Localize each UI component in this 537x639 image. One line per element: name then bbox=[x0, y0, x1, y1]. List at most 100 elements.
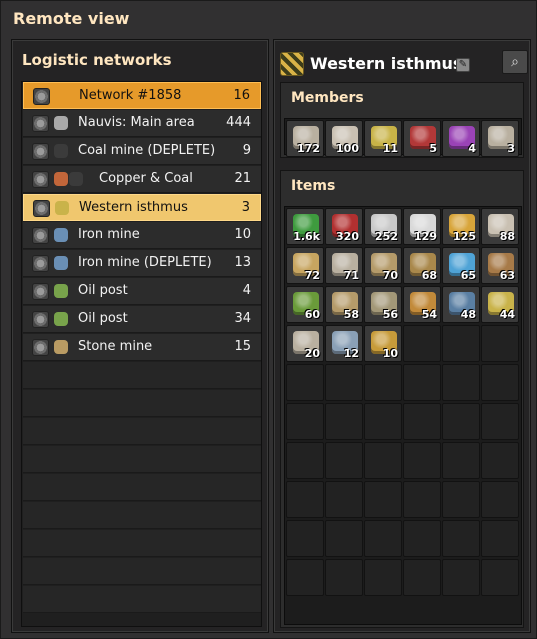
network-name: Oil post bbox=[78, 283, 128, 298]
empty-slot bbox=[442, 442, 480, 479]
item-slot[interactable]: 10 bbox=[364, 325, 402, 362]
item-slot[interactable]: 252 bbox=[364, 208, 402, 245]
network-detail-panel: Western isthmus ✎ ⌕ Members 172 100 11 5 4 3 … bbox=[273, 39, 531, 633]
network-count: 13 bbox=[234, 255, 251, 270]
empty-slot bbox=[325, 442, 363, 479]
network-count: 444 bbox=[226, 115, 251, 130]
empty-slot bbox=[442, 325, 480, 362]
empty-slot bbox=[364, 442, 402, 479]
empty-slot bbox=[403, 442, 441, 479]
item-slot[interactable]: 100 bbox=[325, 120, 363, 157]
network-list[interactable]: Network #1858 16 Nauvis: Main area 444 Coal … bbox=[21, 81, 262, 627]
network-name: Western isthmus bbox=[79, 200, 188, 215]
item-slot[interactable]: 63 bbox=[481, 247, 519, 284]
network-row[interactable]: Oil post 4 bbox=[23, 278, 261, 305]
hazard-concrete-icon bbox=[55, 201, 69, 215]
logistic-networks-title: Logistic networks bbox=[22, 51, 172, 69]
item-slot[interactable]: 1.6k bbox=[286, 208, 324, 245]
empty-slot bbox=[364, 481, 402, 518]
item-slot[interactable]: 70 bbox=[364, 247, 402, 284]
empty-slot bbox=[481, 442, 519, 479]
item-slot[interactable]: 48 bbox=[442, 286, 480, 323]
empty-slot bbox=[403, 481, 441, 518]
network-row[interactable]: Iron mine 10 bbox=[23, 222, 261, 249]
item-slot[interactable]: 88 bbox=[481, 208, 519, 245]
roboport-icon bbox=[32, 255, 49, 272]
item-count: 129 bbox=[414, 230, 437, 243]
network-count: 15 bbox=[234, 339, 251, 354]
roboport-icon bbox=[32, 339, 49, 356]
roboport-icon bbox=[32, 227, 49, 244]
item-slot[interactable]: 5 bbox=[403, 120, 441, 157]
network-count: 10 bbox=[234, 227, 251, 242]
item-count: 70 bbox=[382, 269, 398, 282]
search-button[interactable]: ⌕ bbox=[502, 50, 528, 74]
network-name: Oil post bbox=[78, 311, 128, 326]
items-grid: 1.6k 320 252 129 125 88 72 71 70 68 65 63 60 58 56 54 48… bbox=[284, 206, 522, 625]
item-slot[interactable]: 129 bbox=[403, 208, 441, 245]
empty-row bbox=[23, 502, 261, 529]
empty-slot bbox=[325, 481, 363, 518]
network-count: 34 bbox=[234, 311, 251, 326]
item-count: 11 bbox=[382, 142, 398, 155]
item-slot[interactable]: 72 bbox=[286, 247, 324, 284]
network-name: Iron mine bbox=[78, 227, 140, 242]
network-count: 21 bbox=[234, 171, 251, 186]
copper-ore-icon bbox=[54, 172, 68, 186]
item-count: 58 bbox=[343, 308, 359, 321]
members-title: Members bbox=[291, 90, 364, 106]
roboport-icon bbox=[32, 143, 49, 160]
item-count: 1.6k bbox=[293, 230, 320, 243]
item-slot[interactable]: 3 bbox=[481, 120, 519, 157]
item-count: 10 bbox=[382, 347, 398, 360]
item-slot[interactable]: 20 bbox=[286, 325, 324, 362]
empty-slot bbox=[442, 481, 480, 518]
item-slot[interactable]: 65 bbox=[442, 247, 480, 284]
network-row[interactable]: Nauvis: Main area 444 bbox=[23, 110, 261, 137]
roboport-icon bbox=[32, 171, 49, 188]
item-slot[interactable]: 58 bbox=[325, 286, 363, 323]
item-count: 68 bbox=[421, 269, 437, 282]
network-row[interactable]: Coal mine (DEPLETE) 9 bbox=[23, 138, 261, 165]
item-slot[interactable]: 56 bbox=[364, 286, 402, 323]
network-count: 16 bbox=[233, 88, 250, 103]
network-row[interactable]: Copper & Coal 21 bbox=[23, 166, 261, 193]
items-section: Items 1.6k 320 252 129 125 88 72 71 70 68 65 63 60 58… bbox=[280, 170, 524, 628]
network-row[interactable]: Oil post 34 bbox=[23, 306, 261, 333]
item-count: 63 bbox=[499, 269, 515, 282]
robot-icon bbox=[54, 116, 68, 130]
items-title: Items bbox=[291, 178, 336, 194]
empty-slot bbox=[286, 481, 324, 518]
item-count: 60 bbox=[304, 308, 320, 321]
rename-button[interactable]: ✎ bbox=[456, 58, 470, 72]
item-slot[interactable]: 320 bbox=[325, 208, 363, 245]
item-slot[interactable]: 4 bbox=[442, 120, 480, 157]
empty-slot bbox=[286, 403, 324, 440]
network-row[interactable]: Western isthmus 3 bbox=[23, 194, 261, 221]
empty-slot bbox=[364, 520, 402, 557]
empty-slot bbox=[481, 520, 519, 557]
network-row[interactable]: Iron mine (DEPLETE) 13 bbox=[23, 250, 261, 277]
network-count: 4 bbox=[242, 283, 251, 298]
coal-icon bbox=[69, 172, 83, 186]
item-slot[interactable]: 172 bbox=[286, 120, 324, 157]
pumpjack-icon bbox=[54, 284, 68, 298]
item-slot[interactable]: 54 bbox=[403, 286, 441, 323]
empty-slot bbox=[442, 520, 480, 557]
item-count: 65 bbox=[460, 269, 476, 282]
item-slot[interactable]: 12 bbox=[325, 325, 363, 362]
item-slot[interactable]: 68 bbox=[403, 247, 441, 284]
network-name: Coal mine (DEPLETE) bbox=[78, 143, 216, 158]
network-row[interactable]: Network #1858 16 bbox=[23, 82, 261, 109]
window-title: Remote view bbox=[13, 9, 130, 28]
item-slot[interactable]: 11 bbox=[364, 120, 402, 157]
item-slot[interactable]: 71 bbox=[325, 247, 363, 284]
item-slot[interactable]: 44 bbox=[481, 286, 519, 323]
empty-slot bbox=[442, 403, 480, 440]
hazard-concrete-icon bbox=[280, 52, 304, 76]
item-slot[interactable]: 60 bbox=[286, 286, 324, 323]
item-slot[interactable]: 125 bbox=[442, 208, 480, 245]
network-row[interactable]: Stone mine 15 bbox=[23, 334, 261, 361]
network-header: Western isthmus ✎ bbox=[280, 52, 525, 82]
empty-row bbox=[23, 390, 261, 417]
